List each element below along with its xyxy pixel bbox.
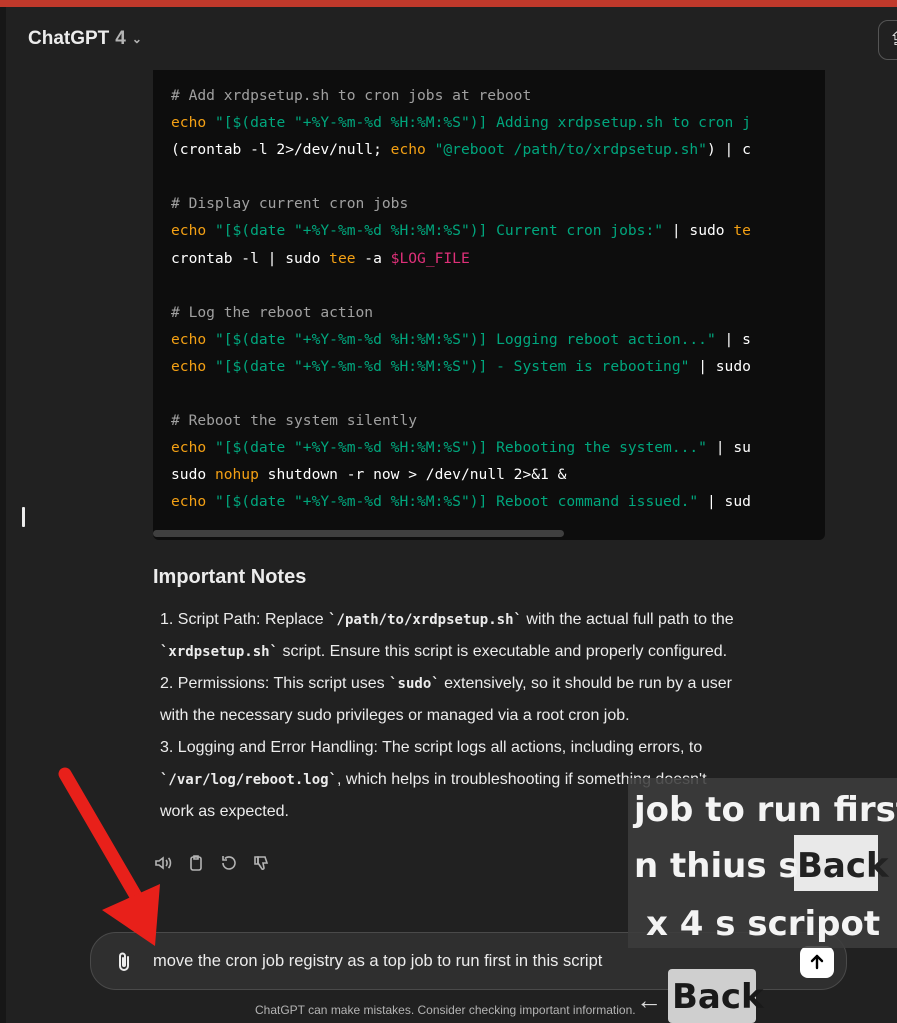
code-line: echo "[$(date "+%Y-%m-%d %H:%M:%S")] Add…	[171, 109, 751, 136]
regenerate-icon[interactable]	[219, 853, 239, 873]
code-line: echo "[$(date "+%Y-%m-%d %H:%M:%S")] Reb…	[171, 434, 751, 461]
code-token: # Add xrdpsetup.sh to cron jobs at reboo…	[171, 87, 532, 104]
back-label: Back	[672, 977, 764, 1017]
code-token: echo	[171, 114, 207, 132]
note-text: with the actual full path to the	[521, 611, 734, 628]
code-token: "[$(date "+%Y-%m-%d %H:%M:%S")] Reboot c…	[206, 493, 699, 511]
note-text: script. Ensure this script is executable…	[278, 643, 728, 660]
prompt-input[interactable]: move the cron job registry as a top job …	[153, 952, 602, 971]
code-token: te	[733, 222, 751, 240]
note-text: 3. Logging and Error Handling: The scrip…	[160, 739, 703, 756]
code-token: echo	[171, 330, 207, 348]
caption-line: job to run first	[634, 790, 897, 830]
code-token: echo	[171, 493, 207, 511]
code-token: # Reboot the system silently	[171, 412, 418, 430]
code-token: sudo	[171, 466, 215, 484]
code-token: | sud	[698, 493, 751, 511]
code-token: | sudo	[663, 222, 734, 240]
code-token: # Display current cron jobs	[171, 195, 409, 213]
caption-line: n thius s	[634, 846, 799, 886]
code-block: # Add xrdpsetup.sh to cron jobs at reboo…	[153, 70, 825, 540]
code-line: # Log the reboot action	[171, 299, 751, 326]
sidebar-rail	[0, 7, 6, 1023]
note-text: 2. Permissions: This script uses	[160, 675, 390, 692]
model-version: 4	[115, 28, 126, 49]
arrow-up-icon	[810, 954, 824, 970]
code-token: "[$(date "+%Y-%m-%d %H:%M:%S")] Current …	[206, 222, 664, 240]
inline-code: `xrdpsetup.sh`	[160, 644, 279, 660]
code-token: crontab -l | sudo	[171, 249, 330, 267]
send-button[interactable]	[800, 946, 834, 978]
code-token: "@reboot /path/to/xrdpsetup.sh"	[425, 141, 707, 159]
thumbs-down-icon[interactable]	[252, 853, 272, 873]
code-token: (crontab -l 2>/dev/null;	[171, 141, 391, 159]
code-token: $LOG_FILE	[390, 249, 470, 267]
caption-back-word: Back	[797, 846, 889, 886]
code-token: "[$(date "+%Y-%m-%d %H:%M:%S")] Rebootin…	[206, 439, 707, 457]
code-line: # Reboot the system silently	[171, 407, 751, 434]
code-line: echo "[$(date "+%Y-%m-%d %H:%M:%S")] Log…	[171, 326, 751, 353]
code-token: | sudo	[689, 357, 751, 375]
inline-code: `/path/to/xrdpsetup.sh`	[328, 612, 522, 628]
model-name: ChatGPT	[28, 28, 110, 49]
note-text: with the necessary sudo privileges or ma…	[160, 707, 630, 724]
code-line: sudo nohup shutdown -r now > /dev/null 2…	[171, 461, 751, 488]
inline-code: `/var/log/reboot.log`	[160, 772, 338, 788]
code-line: # Display current cron jobs	[171, 190, 751, 217]
note-text: 1. Script Path: Replace	[160, 611, 329, 628]
code-token: "[$(date "+%Y-%m-%d %H:%M:%S")] - System…	[206, 357, 690, 375]
code-token: echo	[390, 141, 426, 159]
caption-line: x 4 s scripot	[646, 904, 881, 944]
code-horizontal-scrollbar[interactable]	[153, 530, 564, 537]
note-text: extensively, so it should be run by a us…	[439, 675, 732, 692]
code-token: -a	[355, 249, 391, 267]
code-line: crontab -l | sudo tee -a $LOG_FILE	[171, 245, 751, 272]
text-cursor-icon	[22, 507, 25, 527]
code-token: "[$(date "+%Y-%m-%d %H:%M:%S")] Adding x…	[206, 114, 751, 132]
code-token: echo	[171, 439, 207, 457]
code-line: (crontab -l 2>/dev/null; echo "@reboot /…	[171, 136, 751, 163]
code-line: # Add xrdpsetup.sh to cron jobs at reboo…	[171, 82, 751, 109]
annotation-arrow-icon	[58, 767, 160, 946]
inline-code: `sudo`	[389, 676, 440, 692]
window-accent-bar	[0, 0, 897, 7]
code-line: echo "[$(date "+%Y-%m-%d %H:%M:%S")] Reb…	[171, 488, 751, 515]
back-badge[interactable]: ← Back	[636, 963, 764, 1023]
code-token: tee	[329, 249, 356, 267]
model-selector[interactable]: ChatGPT 4 ⌄	[28, 28, 142, 50]
chevron-down-icon: ⌄	[131, 32, 142, 46]
code-token: echo	[171, 222, 207, 240]
share-button[interactable]: ⇪	[878, 20, 897, 60]
code-line: echo "[$(date "+%Y-%m-%d %H:%M:%S")] - S…	[171, 353, 751, 380]
disclaimer-text: ChatGPT can make mistakes. Consider chec…	[255, 1003, 636, 1017]
code-token: ) | c	[706, 141, 751, 159]
notes-heading: Important Notes	[153, 566, 307, 588]
note-item-permissions: 2. Permissions: This script uses `sudo` …	[160, 668, 830, 732]
code-token: | su	[706, 439, 751, 457]
code-content: # Add xrdpsetup.sh to cron jobs at reboo…	[171, 82, 751, 516]
code-token: # Log the reboot action	[171, 303, 374, 321]
code-token: echo	[171, 357, 207, 375]
code-line: echo "[$(date "+%Y-%m-%d %H:%M:%S")] Cur…	[171, 217, 751, 244]
code-token: nohup	[214, 466, 259, 484]
arrow-left-icon: ←	[636, 985, 662, 1015]
code-token: | s	[715, 330, 751, 348]
code-token: "[$(date "+%Y-%m-%d %H:%M:%S")] Logging …	[206, 330, 716, 348]
note-item-script-path: 1. Script Path: Replace `/path/to/xrdpse…	[160, 604, 830, 668]
copy-icon[interactable]	[186, 853, 206, 873]
code-token: shutdown -r now > /dev/null 2>&1 &	[258, 466, 567, 484]
share-icon: ⇪	[889, 29, 897, 49]
